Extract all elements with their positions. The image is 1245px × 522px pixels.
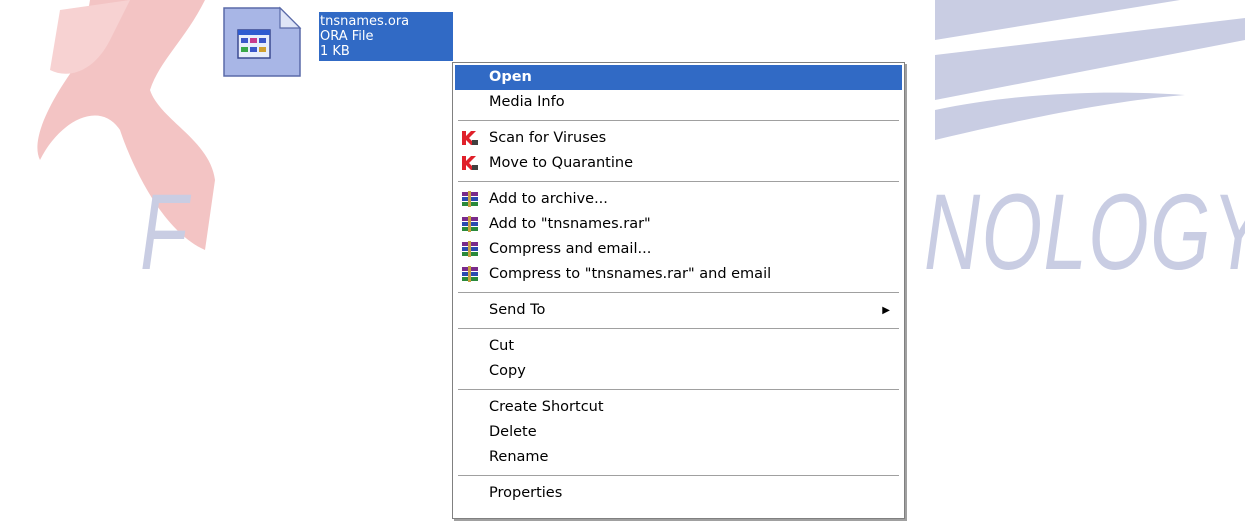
watermark-text-right: NOLOGY [924,171,1245,292]
menu-item-label: Rename [489,449,549,465]
menu-item-label: Create Shortcut [489,399,604,415]
menu-item-scan-viruses[interactable]: Scan for Viruses [455,126,902,151]
menu-item-cut[interactable]: Cut [455,334,902,359]
watermark-swoosh [935,92,1185,140]
menu-item-add-archive[interactable]: Add to archive... [455,187,902,212]
menu-item-label: Delete [489,424,537,440]
file-size: 1 KB [320,44,350,59]
menu-separator [458,475,899,476]
menu-item-create-shortcut[interactable]: Create Shortcut [455,395,902,420]
winrar-icon [462,266,478,282]
file-type: ORA File [320,29,374,44]
menu-item-move-quarantine[interactable]: Move to Quarantine [455,151,902,176]
menu-item-label: Add to "tnsnames.rar" [489,216,651,232]
winrar-icon [462,241,478,257]
menu-item-delete[interactable]: Delete [455,420,902,445]
desktop-file-item[interactable]: tnsnames.ora ORA File 1 KB [222,6,462,77]
menu-item-rename[interactable]: Rename [455,445,902,470]
menu-separator [458,120,899,121]
menu-item-label: Send To [489,302,546,318]
menu-item-label: Properties [489,485,563,501]
menu-item-label: Open [489,69,532,85]
menu-separator [458,328,899,329]
kaspersky-icon [462,131,478,145]
winrar-icon [462,191,478,207]
file-label[interactable]: tnsnames.ora ORA File 1 KB [319,12,453,61]
file-name: tnsnames.ora [320,14,410,29]
menu-item-properties[interactable]: Properties [455,481,902,506]
chevron-right-icon: ▶ [882,305,890,316]
menu-item-label: Scan for Viruses [489,130,607,146]
menu-item-send-to[interactable]: Send To ▶ [455,298,902,323]
menu-separator [458,181,899,182]
context-menu: Open Media Info Scan for Viruses Move to… [452,62,905,519]
menu-item-label: Compress to "tnsnames.rar" and email [489,266,772,282]
menu-item-label: Copy [489,363,526,379]
menu-item-media-info[interactable]: Media Info [455,90,902,115]
menu-item-label: Cut [489,338,514,354]
kaspersky-icon [462,156,478,170]
menu-item-compress-rar-email[interactable]: Compress to "tnsnames.rar" and email [455,262,902,287]
winrar-icon [462,216,478,232]
menu-item-compress-email[interactable]: Compress and email... [455,237,902,262]
menu-item-add-to-rar[interactable]: Add to "tnsnames.rar" [455,212,902,237]
menu-item-label: Add to archive... [489,191,608,207]
watermark-text-left: F [140,171,189,292]
menu-separator [458,389,899,390]
menu-item-label: Move to Quarantine [489,155,634,171]
menu-item-label: Media Info [489,94,565,110]
menu-item-copy[interactable]: Copy [455,359,902,384]
menu-separator [458,292,899,293]
ora-file-icon [223,6,302,77]
menu-item-label: Compress and email... [489,241,652,257]
menu-item-open[interactable]: Open [455,65,902,90]
